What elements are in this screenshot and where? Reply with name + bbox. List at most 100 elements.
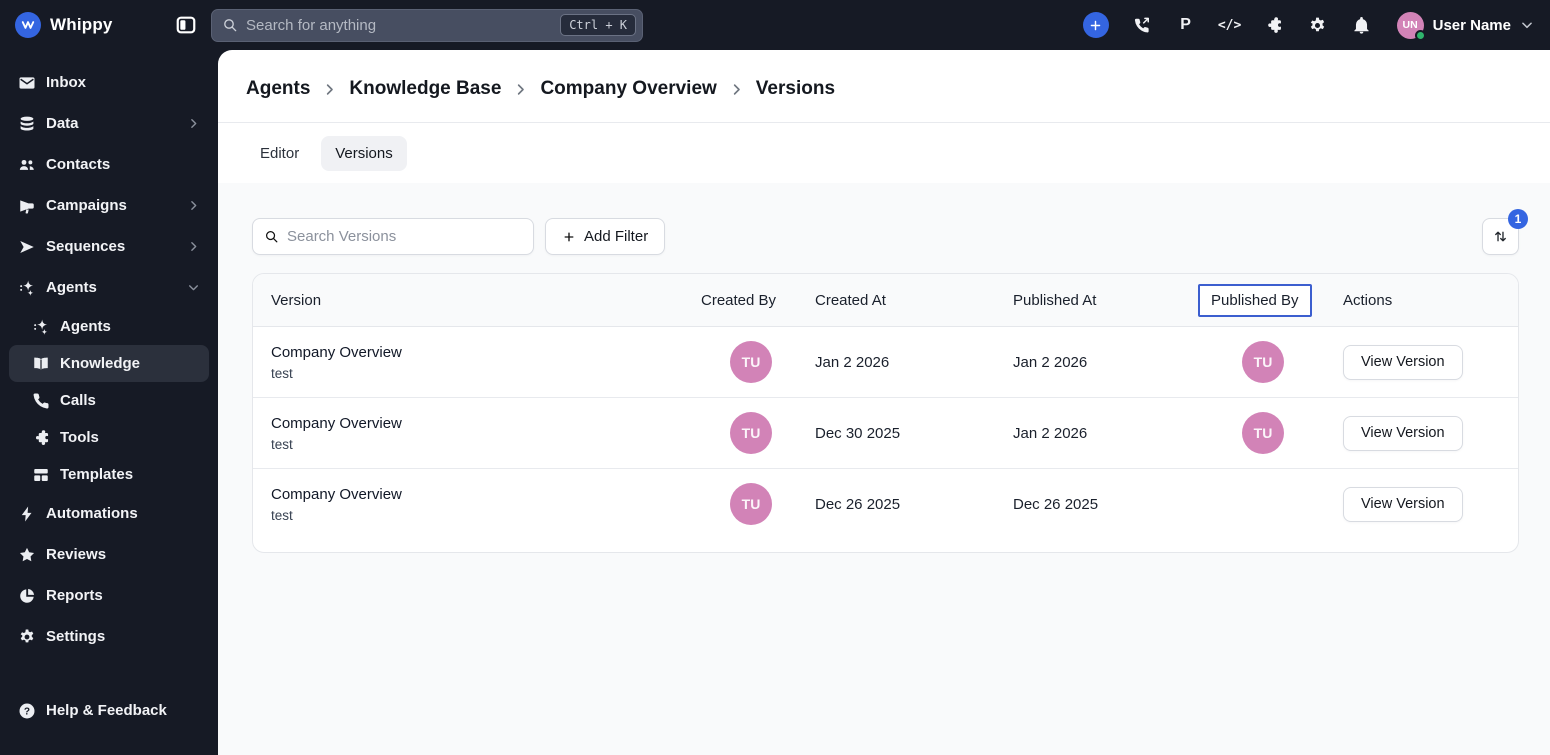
created-at-cell: Dec 30 2025 (815, 424, 901, 442)
sidebar-item-agents-child[interactable]: Agents (9, 308, 209, 345)
version-cell: Company Overview test (253, 486, 701, 523)
sidebar-item-reviews[interactable]: Reviews (9, 534, 209, 575)
brand[interactable]: Whippy (15, 12, 175, 38)
phone-icon (32, 392, 50, 410)
gear-icon (18, 628, 36, 646)
avatar: TU (730, 341, 772, 383)
breadcrumb-item-company-overview[interactable]: Company Overview (540, 78, 716, 100)
view-version-button[interactable]: View Version (1343, 415, 1463, 451)
p-icon: P (1180, 16, 1191, 33)
chevron-right-icon (513, 82, 528, 97)
tab-editor[interactable]: Editor (246, 136, 313, 171)
sidebar-item-label: Tools (60, 429, 99, 446)
integrations-button[interactable] (1257, 8, 1291, 42)
avatar: TU (1242, 412, 1284, 454)
column-header-published-at[interactable]: Published At (999, 292, 1197, 309)
bell-icon (1352, 16, 1371, 35)
sidebar-item-label: Settings (46, 628, 106, 645)
actions-cell: View Version (1329, 415, 1518, 451)
view-version-button[interactable]: View Version (1343, 344, 1463, 380)
sort-button[interactable]: 1 (1482, 209, 1528, 255)
column-header-version[interactable]: Version (253, 292, 701, 309)
sidebar-item-label: Sequences (46, 238, 126, 255)
plus-icon (562, 230, 576, 244)
search-icon (264, 229, 279, 244)
view-version-button[interactable]: View Version (1343, 486, 1463, 522)
version-name: Company Overview (271, 343, 402, 361)
sidebar-item-label: Reviews (46, 546, 107, 563)
add-filter-label: Add Filter (584, 228, 649, 245)
created-at-cell: Jan 2 2026 (815, 353, 890, 371)
global-search-input[interactable] (246, 16, 553, 34)
sidebar-item-sequences[interactable]: Sequences (9, 226, 209, 267)
sidebar-item-label: Automations (46, 505, 138, 522)
chevron-right-icon (729, 82, 744, 97)
sidebar-item-label: Templates (60, 466, 134, 483)
profile-menu[interactable]: UN User Name (1396, 11, 1534, 41)
profile-name: User Name (1432, 16, 1511, 34)
versions-search-input[interactable] (287, 228, 522, 245)
breadcrumb-item-agents[interactable]: Agents (246, 78, 310, 100)
table-row: Company Overview test TU Dec 26 2025 Dec… (253, 469, 1518, 552)
sidebar-item-label: Knowledge (60, 355, 141, 372)
topbar-actions: P </> UN User Name (1082, 8, 1534, 42)
sidebar-item-contacts[interactable]: Contacts (9, 144, 209, 185)
inbox-icon (18, 74, 36, 92)
sidebar-item-automations[interactable]: Automations (9, 493, 209, 534)
phone-outgoing-icon (1132, 16, 1151, 35)
versions-search[interactable] (252, 218, 534, 255)
sidebar-item-tools[interactable]: Tools (9, 419, 209, 456)
p-shortcut-button[interactable]: P (1169, 8, 1203, 42)
sidebar-item-data[interactable]: Data (9, 103, 209, 144)
developer-button[interactable]: </> (1213, 8, 1247, 42)
sidebar-collapse-button[interactable] (175, 14, 197, 36)
database-icon (18, 115, 36, 133)
tab-versions[interactable]: Versions (321, 135, 407, 171)
send-icon (18, 238, 36, 256)
panel-icon (175, 14, 197, 36)
column-header-actions: Actions (1343, 291, 1393, 309)
focus-ring[interactable]: Published By (1198, 283, 1312, 317)
sidebar-item-label: Inbox (46, 74, 86, 91)
notifications-button[interactable] (1345, 8, 1379, 42)
sparkles-icon (18, 279, 36, 297)
create-new-button[interactable] (1082, 12, 1109, 38)
settings-button[interactable] (1301, 8, 1335, 42)
star-icon (18, 546, 36, 564)
add-filter-button[interactable]: Add Filter (545, 218, 666, 255)
sidebar-item-reports[interactable]: Reports (9, 575, 209, 616)
sidebar-item-calls[interactable]: Calls (9, 382, 209, 419)
sidebar-item-knowledge[interactable]: Knowledge (9, 345, 209, 382)
version-description: test (271, 365, 293, 381)
puzzle-icon (32, 429, 50, 447)
sidebar-item-label: Campaigns (46, 197, 127, 214)
published-by-cell: TU (1197, 341, 1329, 383)
sidebar-item-help-feedback[interactable]: Help & Feedback (9, 690, 209, 731)
version-description: test (271, 436, 293, 452)
book-icon (32, 355, 50, 373)
sidebar-item-inbox[interactable]: Inbox (9, 62, 209, 103)
sidebar-item-templates[interactable]: Templates (9, 456, 209, 493)
search-icon (222, 17, 238, 33)
versions-table: Version Created By Created At Published … (252, 273, 1519, 553)
actions-cell: View Version (1329, 344, 1518, 380)
column-header-created-by[interactable]: Created By (701, 292, 801, 309)
chevron-right-icon (322, 82, 337, 97)
calls-button[interactable] (1125, 8, 1159, 42)
avatar-initials: UN (1402, 19, 1418, 31)
global-search[interactable]: Ctrl + K (211, 8, 643, 42)
published-at-cell: Dec 26 2025 (1013, 495, 1099, 513)
sidebar-item-agents[interactable]: Agents (9, 267, 209, 308)
column-header-published-by[interactable]: Published By (1197, 283, 1329, 317)
chevron-right-icon (187, 117, 200, 130)
breadcrumb-item-knowledge-base[interactable]: Knowledge Base (349, 78, 501, 100)
sparkles-icon (32, 318, 50, 336)
published-at-cell: Jan 2 2026 (1013, 353, 1088, 371)
version-name: Company Overview (271, 485, 402, 503)
sidebar-item-campaigns[interactable]: Campaigns (9, 185, 209, 226)
sidebar-item-settings[interactable]: Settings (9, 616, 209, 657)
column-header-created-at[interactable]: Created At (801, 292, 999, 309)
created-at-cell: Dec 26 2025 (815, 495, 901, 513)
sidebar-item-label: Help & Feedback (46, 702, 167, 719)
gear-icon (1308, 16, 1327, 35)
